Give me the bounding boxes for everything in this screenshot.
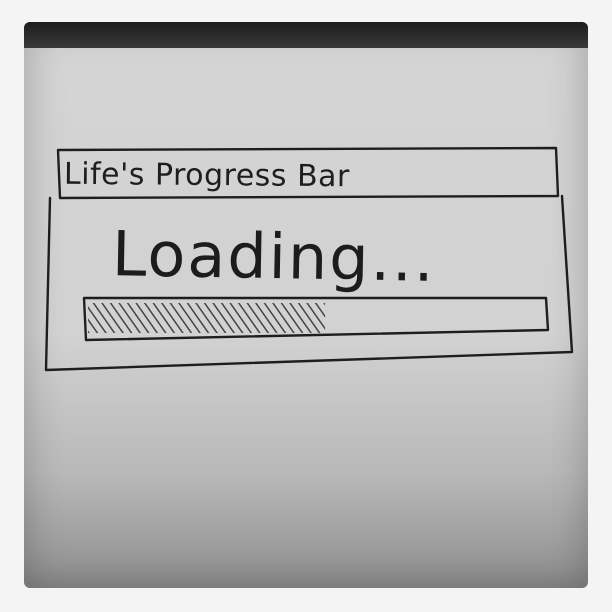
loading-status-text: Loading... xyxy=(111,217,437,296)
window-title: Life's Progress Bar xyxy=(63,156,350,195)
progress-fill xyxy=(88,303,326,333)
sketch-photo: Life's Progress Bar Loading... xyxy=(24,22,588,588)
hand-drawn-window xyxy=(44,146,574,372)
